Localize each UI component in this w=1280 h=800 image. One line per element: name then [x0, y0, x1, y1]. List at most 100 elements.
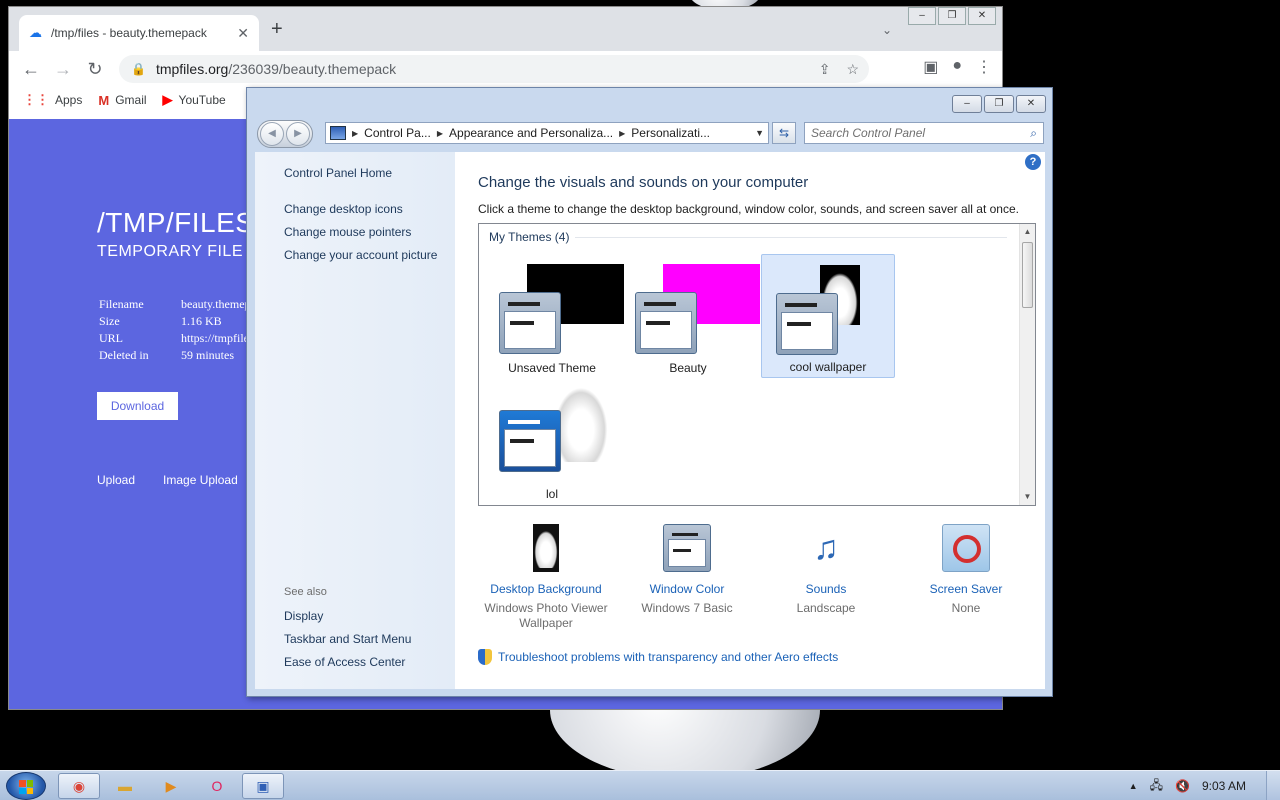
breadcrumb-separator-icon[interactable]: ▶: [352, 129, 358, 138]
search-input[interactable]: Search Control Panel ⌕: [804, 122, 1044, 144]
scroll-down-icon[interactable]: ▼: [1020, 489, 1035, 505]
tab-strip: ☁ /tmp/files - beauty.themepack ✕ + ⌄ – …: [9, 7, 1002, 51]
file-info-row: Deleted in 59 minutes: [99, 348, 251, 365]
desktop-background-icon: [533, 524, 559, 572]
info-value[interactable]: https://tmpfile: [181, 331, 249, 348]
theme-unsaved[interactable]: Unsaved Theme: [485, 254, 624, 378]
chevron-down-icon[interactable]: ▼: [755, 128, 764, 138]
youtube-icon: ▶: [162, 92, 173, 107]
search-icon[interactable]: ⌕: [1030, 126, 1037, 141]
refresh-button[interactable]: ⇆: [772, 122, 796, 144]
breadcrumb-separator-icon[interactable]: ▶: [437, 129, 443, 138]
option-label[interactable]: Sounds: [756, 582, 896, 596]
breadcrumb[interactable]: ▶ Control Pa... ▶ Appearance and Persona…: [325, 122, 769, 144]
theme-lol[interactable]: lol: [485, 380, 619, 504]
sidebar-item-change-account-picture[interactable]: Change your account picture: [284, 248, 437, 262]
sidebar-item-control-panel-home[interactable]: Control Panel Home: [284, 166, 392, 180]
bookmark-star-icon[interactable]: ☆: [846, 61, 859, 78]
breadcrumb-separator-icon[interactable]: ▶: [619, 129, 625, 138]
theme-name: lol: [545, 487, 558, 501]
close-button[interactable]: ✕: [968, 7, 996, 25]
option-value: Windows 7 Basic: [641, 601, 733, 615]
troubleshoot-link[interactable]: Troubleshoot problems with transparency …: [478, 649, 838, 665]
taskbar-explorer[interactable]: ▬: [104, 773, 146, 799]
forward-arrow-icon[interactable]: →: [47, 59, 79, 80]
option-sounds[interactable]: ♫ Sounds Landscape: [756, 524, 896, 616]
sidebar-item-taskbar-start-menu[interactable]: Taskbar and Start Menu: [284, 632, 411, 646]
tab-search-icon[interactable]: ⌄: [882, 23, 892, 37]
breadcrumb-item[interactable]: Control Pa...: [364, 126, 431, 140]
apps-grid-icon: ⋮⋮: [23, 92, 49, 107]
sidebar-item-display[interactable]: Display: [284, 609, 323, 623]
back-arrow-icon[interactable]: ←: [15, 59, 47, 80]
share-icon[interactable]: ⇪: [819, 61, 831, 78]
address-bar[interactable]: 🔒 tmpfiles.org/236039/beauty.themepack ⇪…: [119, 55, 869, 83]
taskbar-opera[interactable]: O: [196, 773, 238, 799]
option-window-color[interactable]: Window Color Windows 7 Basic: [617, 524, 757, 616]
bookmark-youtube[interactable]: ▶ YouTube: [163, 92, 226, 108]
page-title: /TMP/FILES: [97, 207, 255, 238]
window-preview-bar: [785, 303, 817, 307]
clock[interactable]: 9:03 AM: [1202, 779, 1246, 793]
theme-beauty[interactable]: Beauty: [621, 254, 760, 378]
option-label[interactable]: Screen Saver: [896, 582, 1036, 596]
option-value: Windows Photo Viewer Wallpaper: [484, 601, 608, 630]
close-button[interactable]: ✕: [1016, 95, 1046, 113]
sidebar-item-change-desktop-icons[interactable]: Change desktop icons: [284, 202, 403, 216]
file-info-row: URL https://tmpfile: [99, 331, 251, 348]
sidebar-item-change-mouse-pointers[interactable]: Change mouse pointers: [284, 225, 411, 239]
volume-muted-icon[interactable]: 🔇: [1175, 779, 1190, 793]
opera-icon: O: [211, 778, 223, 794]
minimize-button[interactable]: –: [952, 95, 982, 113]
rabbid-image: [533, 528, 559, 568]
breadcrumb-item[interactable]: Appearance and Personaliza...: [449, 126, 613, 140]
taskbar-media-player[interactable]: ▶: [150, 773, 192, 799]
option-screen-saver[interactable]: Screen Saver None: [896, 524, 1036, 616]
maximize-button[interactable]: ❐: [984, 95, 1014, 113]
new-tab-button[interactable]: +: [271, 19, 283, 39]
profile-avatar-icon[interactable]: ●: [952, 57, 962, 77]
scroll-up-icon[interactable]: ▲: [1020, 224, 1035, 240]
breadcrumb-item[interactable]: Personalizati...: [631, 126, 710, 140]
menu-kebab-icon[interactable]: ⋮: [976, 57, 992, 77]
theme-cool-wallpaper[interactable]: cool wallpaper: [761, 254, 895, 378]
upload-link[interactable]: Upload: [97, 473, 135, 487]
sidebar-item-ease-of-access[interactable]: Ease of Access Center: [284, 655, 405, 669]
side-panel-icon[interactable]: ▣: [923, 57, 938, 77]
windows-logo-icon: [19, 780, 33, 794]
show-desktop-button[interactable]: [1266, 771, 1280, 800]
info-value: beauty.themep: [181, 297, 251, 311]
image-upload-link[interactable]: Image Upload: [163, 473, 238, 487]
forward-arrow-icon[interactable]: ▶: [286, 122, 310, 146]
taskbar-control-panel[interactable]: ▣: [242, 773, 284, 799]
option-label[interactable]: Desktop Background: [476, 582, 616, 596]
bookmark-gmail[interactable]: M Gmail: [98, 93, 146, 108]
start-button[interactable]: [6, 772, 46, 800]
scroll-thumb[interactable]: [1022, 242, 1033, 308]
window-preview-bar: [787, 322, 811, 326]
show-hidden-icons-icon[interactable]: ▲: [1129, 781, 1138, 791]
theme-list-scrollbar[interactable]: ▲ ▼: [1019, 224, 1035, 505]
help-icon[interactable]: ?: [1025, 154, 1041, 170]
window-preview-body: [504, 429, 556, 467]
troubleshoot-label[interactable]: Troubleshoot problems with transparency …: [498, 650, 838, 664]
taskbar-chrome[interactable]: ◉: [58, 773, 100, 799]
back-arrow-icon[interactable]: ◀: [260, 122, 284, 146]
bookmark-apps[interactable]: ⋮⋮ Apps: [23, 92, 82, 108]
minimize-button[interactable]: –: [908, 7, 936, 25]
option-desktop-background[interactable]: Desktop Background Windows Photo Viewer …: [476, 524, 616, 631]
window-preview-bar: [510, 439, 534, 443]
theme-group-label[interactable]: My Themes (4): [489, 230, 569, 244]
reload-icon[interactable]: ↻: [79, 59, 111, 80]
cloud-upload-icon: ☁: [29, 25, 42, 40]
download-button[interactable]: Download: [97, 392, 178, 420]
control-panel-window: – ❐ ✕ ◀ ▶ ▶ Control Pa... ▶ Appearance a…: [246, 87, 1053, 697]
network-icon[interactable]: 🖧: [1150, 776, 1163, 797]
browser-tab[interactable]: ☁ /tmp/files - beauty.themepack ✕: [19, 15, 259, 51]
tab-close-icon[interactable]: ✕: [237, 25, 249, 42]
window-preview-bar: [644, 302, 676, 306]
window-preview-bar: [646, 321, 670, 325]
restore-button[interactable]: ❐: [938, 7, 966, 25]
option-label[interactable]: Window Color: [617, 582, 757, 596]
file-info-table: Filename beauty.themep Size 1.16 KB URL htt…: [99, 297, 251, 365]
